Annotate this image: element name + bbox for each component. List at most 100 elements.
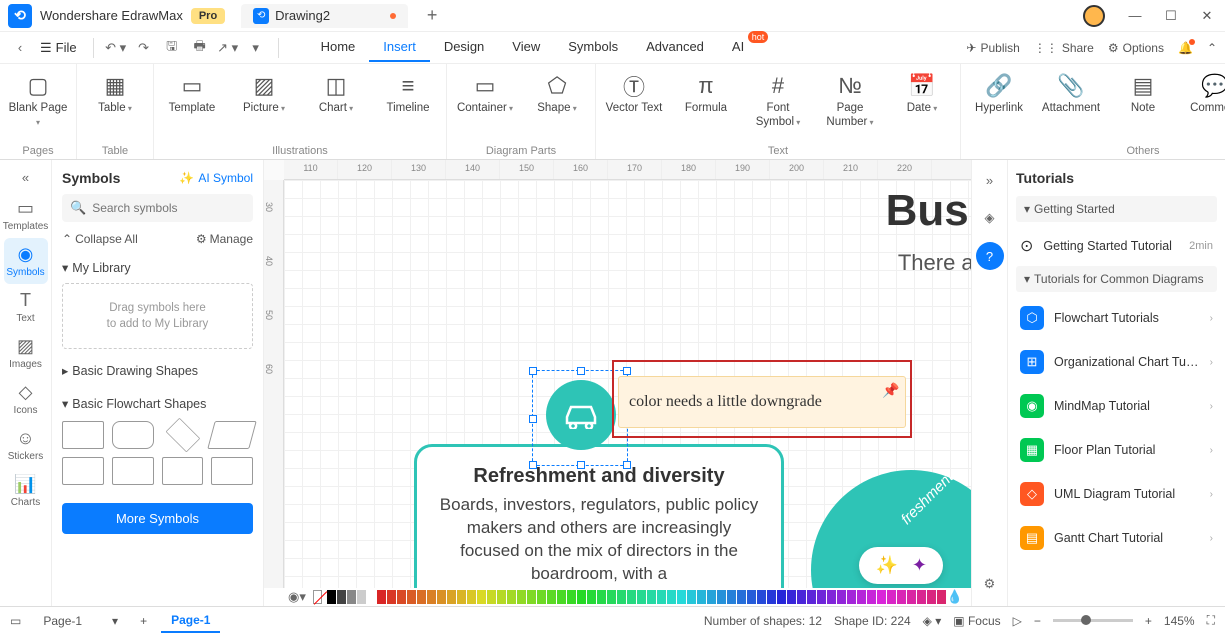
- manage-button[interactable]: ⚙ Manage: [196, 232, 253, 246]
- color-swatch[interactable]: [327, 590, 336, 604]
- color-swatch[interactable]: [597, 590, 606, 604]
- color-swatch[interactable]: [637, 590, 646, 604]
- color-swatch[interactable]: [577, 590, 586, 604]
- color-swatch[interactable]: [587, 590, 596, 604]
- color-swatch[interactable]: [697, 590, 706, 604]
- zoom-slider[interactable]: [1053, 619, 1133, 622]
- color-swatch[interactable]: [937, 590, 946, 604]
- color-swatch[interactable]: [447, 590, 456, 604]
- color-swatch[interactable]: [527, 590, 536, 604]
- color-swatch[interactable]: [887, 590, 896, 604]
- redo-button[interactable]: ↷: [132, 36, 156, 60]
- export-button[interactable]: ↗ ▾: [216, 36, 240, 60]
- palette-dropdown[interactable]: ◉▾: [288, 589, 306, 605]
- rail-stickers[interactable]: ☺Stickers: [4, 422, 48, 468]
- no-fill-swatch[interactable]: [313, 590, 322, 604]
- ribbon-attachment[interactable]: 📎Attachment: [1041, 72, 1101, 116]
- ribbon-picture[interactable]: ▨Picture: [234, 72, 294, 116]
- rail-icons[interactable]: ◇Icons: [4, 376, 48, 422]
- settings-button[interactable]: ⚙: [976, 570, 1004, 598]
- color-swatch[interactable]: [837, 590, 846, 604]
- help-button[interactable]: ?: [976, 242, 1004, 270]
- shape-parallelogram[interactable]: [207, 421, 256, 449]
- resize-handle[interactable]: [529, 461, 537, 469]
- comment-note[interactable]: color needs a little downgrade: [618, 376, 906, 428]
- color-swatch[interactable]: [427, 590, 436, 604]
- tutorial-item[interactable]: ⊞Organizational Chart Tutor...›: [1016, 340, 1217, 384]
- color-swatch[interactable]: [507, 590, 516, 604]
- color-swatch[interactable]: [387, 590, 396, 604]
- color-swatch[interactable]: [787, 590, 796, 604]
- add-page-button[interactable]: +: [140, 614, 147, 628]
- color-swatch[interactable]: [417, 590, 426, 604]
- color-swatch[interactable]: [827, 590, 836, 604]
- color-swatch[interactable]: [847, 590, 856, 604]
- page-dropdown[interactable]: Page-1 ▾: [35, 610, 126, 632]
- magic-icon[interactable]: ✦: [912, 555, 927, 576]
- color-swatch[interactable]: [797, 590, 806, 604]
- rail-symbols[interactable]: ◉Symbols: [4, 238, 48, 284]
- resize-handle[interactable]: [529, 415, 537, 423]
- color-swatch[interactable]: [457, 590, 466, 604]
- ribbon-comment[interactable]: 💬Comment: [1185, 72, 1225, 116]
- ribbon-template[interactable]: ▭Template: [162, 72, 222, 116]
- color-swatch[interactable]: [657, 590, 666, 604]
- color-swatch[interactable]: [397, 590, 406, 604]
- menu-tab-home[interactable]: Home: [307, 33, 370, 62]
- menu-tab-advanced[interactable]: Advanced: [632, 33, 718, 62]
- rail-charts[interactable]: 📊Charts: [4, 468, 48, 514]
- search-symbols[interactable]: 🔍: [62, 194, 253, 222]
- minimize-button[interactable]: —: [1117, 0, 1153, 32]
- zoom-out-button[interactable]: −: [1034, 614, 1041, 628]
- rail-images[interactable]: ▨Images: [4, 330, 48, 376]
- color-swatch[interactable]: [547, 590, 556, 604]
- color-swatch[interactable]: [477, 590, 486, 604]
- menu-tab-design[interactable]: Design: [430, 33, 498, 62]
- maximize-button[interactable]: ☐: [1153, 0, 1189, 32]
- tutorials-section-getting-started[interactable]: ▾ Getting Started: [1016, 196, 1217, 222]
- ribbon-container[interactable]: ▭Container: [455, 72, 515, 116]
- color-swatch[interactable]: [487, 590, 496, 604]
- rail-text[interactable]: TText: [4, 284, 48, 330]
- color-swatch[interactable]: [927, 590, 936, 604]
- library-drop-zone[interactable]: Drag symbols here to add to My Library: [62, 283, 253, 349]
- color-swatch[interactable]: [817, 590, 826, 604]
- tutorial-item[interactable]: ◉MindMap Tutorial›: [1016, 384, 1217, 428]
- print-button[interactable]: 🖶: [188, 36, 212, 60]
- color-swatch[interactable]: [757, 590, 766, 604]
- tutorial-item[interactable]: ⬡Flowchart Tutorials›: [1016, 296, 1217, 340]
- color-swatch[interactable]: [867, 590, 876, 604]
- color-swatch[interactable]: [737, 590, 746, 604]
- page-tab-current[interactable]: Page-1: [161, 609, 220, 633]
- color-swatch[interactable]: [877, 590, 886, 604]
- color-swatch[interactable]: [807, 590, 816, 604]
- rail-templates[interactable]: ▭Templates: [4, 192, 48, 238]
- shape-cell[interactable]: [62, 457, 104, 485]
- shape-rounded[interactable]: [112, 421, 154, 449]
- collapse-ribbon-button[interactable]: ⌃: [1207, 41, 1217, 55]
- basic-flowchart-header[interactable]: ▾ Basic Flowchart Shapes: [62, 392, 253, 415]
- shape-rectangle[interactable]: [62, 421, 104, 449]
- resize-handle[interactable]: [577, 367, 585, 375]
- color-swatch[interactable]: [627, 590, 636, 604]
- share-button[interactable]: ⋮⋮ Share: [1034, 41, 1094, 55]
- shape-cell[interactable]: [211, 457, 253, 485]
- color-swatch[interactable]: [377, 590, 386, 604]
- canvas-heading[interactable]: Busi: [886, 186, 971, 236]
- color-swatch[interactable]: [407, 590, 416, 604]
- save-button[interactable]: 🖫: [160, 36, 184, 60]
- tutorial-item[interactable]: ◇UML Diagram Tutorial›: [1016, 472, 1217, 516]
- collapse-rail-button[interactable]: «: [12, 166, 40, 188]
- my-library-header[interactable]: ▾ My Library: [62, 256, 253, 279]
- pin-icon[interactable]: 📌: [882, 382, 899, 399]
- notifications-button[interactable]: 🔔: [1178, 41, 1193, 55]
- fit-button[interactable]: ⛶: [1207, 613, 1215, 628]
- layers-button[interactable]: ◈ ▾: [923, 614, 942, 628]
- shape-diamond[interactable]: [165, 418, 200, 453]
- collapse-all-button[interactable]: ⌃ Collapse All: [62, 232, 138, 246]
- color-swatch[interactable]: [917, 590, 926, 604]
- color-swatch[interactable]: [777, 590, 786, 604]
- color-swatch[interactable]: [337, 590, 346, 604]
- basic-drawing-header[interactable]: ▸ Basic Drawing Shapes: [62, 359, 253, 382]
- color-swatch[interactable]: [857, 590, 866, 604]
